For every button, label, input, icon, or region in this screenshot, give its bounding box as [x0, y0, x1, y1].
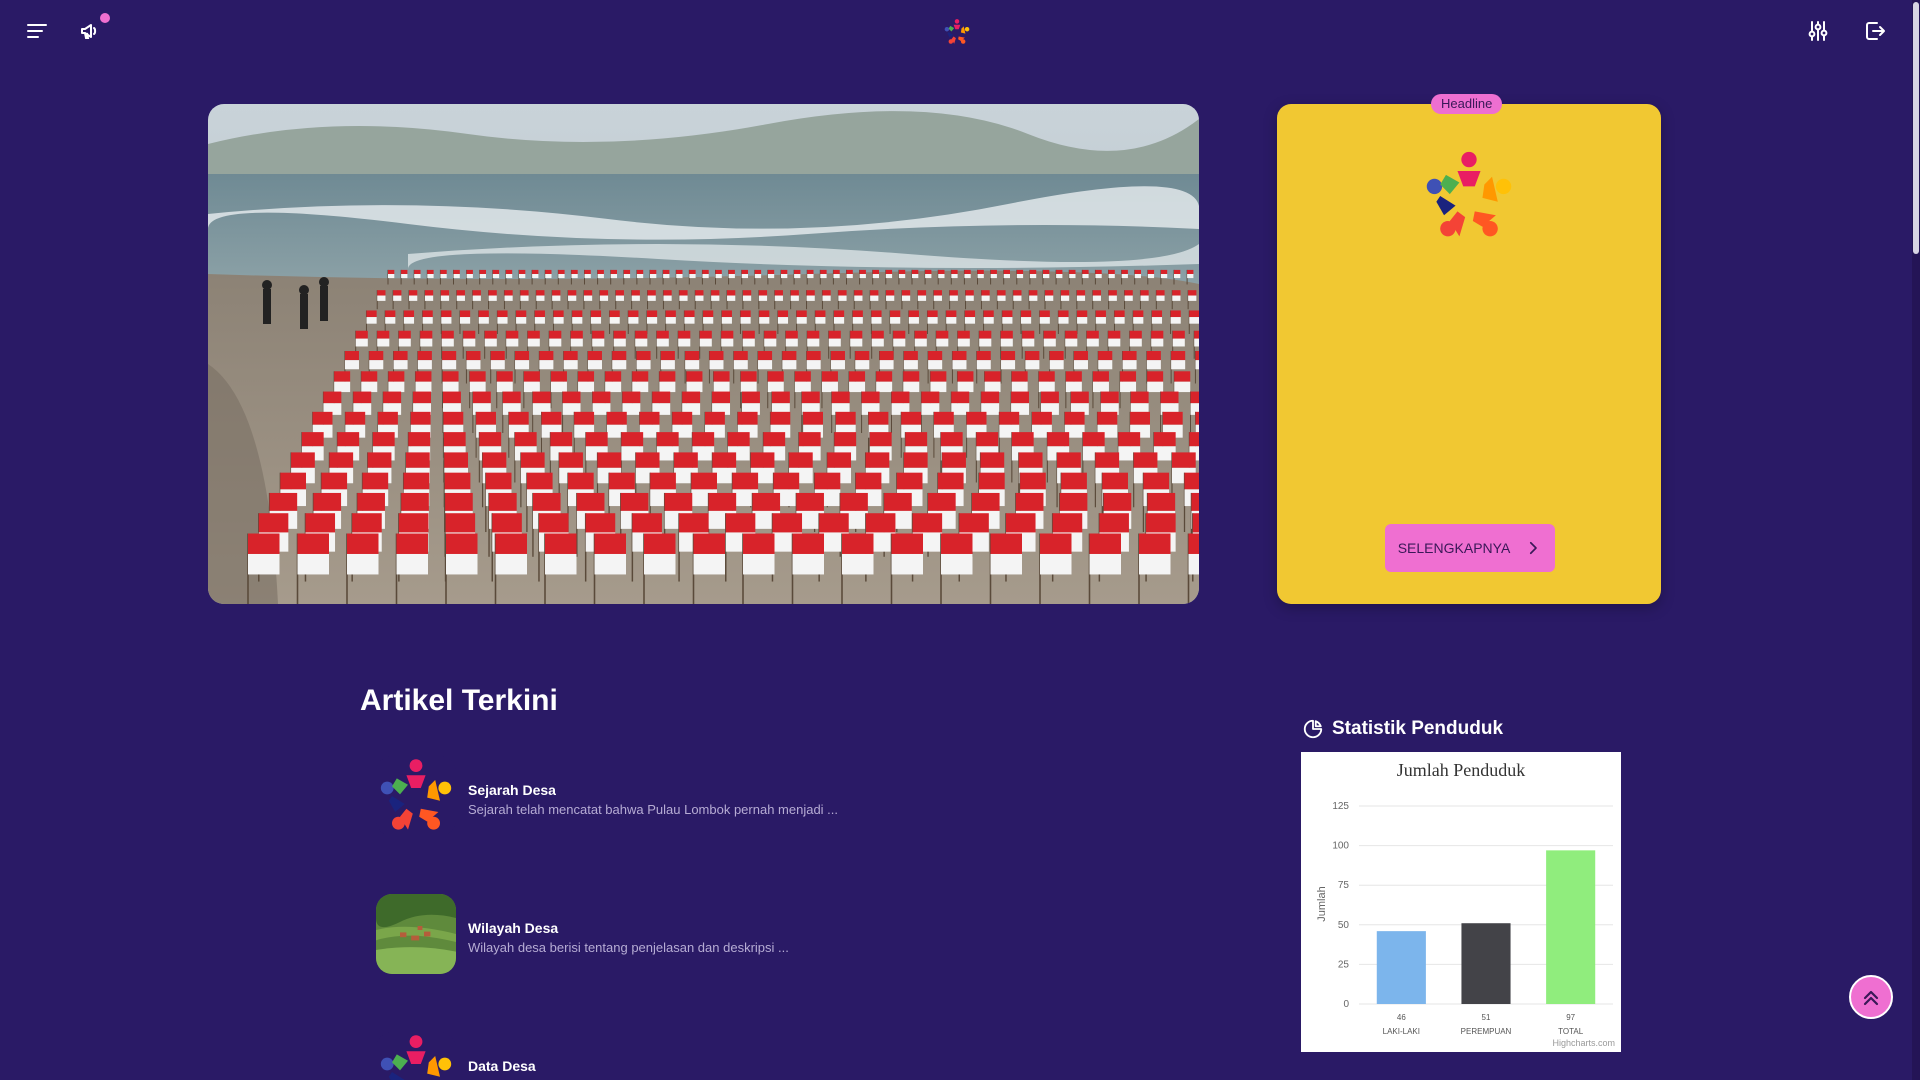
article-item[interactable]: Data Desa	[376, 1032, 976, 1080]
colorful-people-logo-icon[interactable]	[943, 18, 971, 46]
article-title[interactable]: Wilayah Desa	[468, 920, 558, 936]
article-description: Wilayah desa berisi tentang penjelasan d…	[468, 940, 789, 955]
chart-bar[interactable]	[1376, 931, 1426, 1004]
chart-credit[interactable]: Highcharts.com	[1552, 1038, 1615, 1048]
chart-x-labels: 46 LAKI-LAKI 51 PEREMPUAN 97 TOTAL	[1383, 1013, 1584, 1036]
chart-data-label: 51	[1482, 1013, 1491, 1022]
chart-bar[interactable]	[1461, 923, 1511, 1004]
stats-header: Statistik Penduduk	[1302, 718, 1503, 740]
read-more-button[interactable]: SELENGKAPNYA	[1385, 524, 1555, 572]
chart-data-label: 46	[1397, 1013, 1406, 1022]
chart-y-axis-label: Jumlah	[1316, 886, 1328, 921]
logout-icon[interactable]	[1863, 19, 1887, 43]
chevron-right-icon	[1530, 541, 1538, 555]
chart-bars	[1376, 850, 1596, 1004]
megaphone-icon[interactable]	[78, 13, 110, 43]
chart-y-tick-label: 100	[1332, 841, 1349, 852]
hamburger-menu-icon[interactable]	[25, 19, 49, 43]
article-thumbnail	[376, 894, 456, 974]
chart-y-tick-label: 125	[1332, 801, 1349, 812]
chart-y-tick-label: 50	[1338, 920, 1350, 931]
scroll-to-top-button[interactable]	[1849, 975, 1893, 1019]
article-thumbnail	[376, 1032, 456, 1080]
chart-y-tick-label: 25	[1338, 959, 1350, 970]
section-title-artikel: Artikel Terkini	[360, 684, 558, 717]
chart-bar[interactable]	[1546, 850, 1596, 1004]
headline-card: Headline SELENGKAPNYA	[1277, 94, 1661, 604]
sliders-icon[interactable]	[1806, 19, 1830, 43]
colorful-people-logo-icon	[1421, 144, 1517, 248]
hero-image-flags-on-beach[interactable]	[208, 104, 1199, 604]
article-description: Sejarah telah mencatat bahwa Pulau Lombo…	[468, 802, 839, 817]
read-more-label: SELENGKAPNYA	[1397, 540, 1511, 556]
stats-title: Statistik Penduduk	[1332, 718, 1504, 739]
population-chart: Jumlah Penduduk Jumlah 0 25 50 75 100 125 46 L…	[1301, 752, 1621, 1052]
chart-title: Jumlah Penduduk	[1397, 760, 1526, 780]
page-scrollbar[interactable]	[1912, 0, 1920, 1080]
chart-data-label: 97	[1566, 1013, 1575, 1022]
chart-y-tick-label: 0	[1343, 999, 1349, 1010]
article-thumbnail	[376, 756, 456, 836]
article-item[interactable]: Wilayah Desa Wilayah desa berisi tentang…	[376, 894, 976, 974]
chart-y-tick-label: 75	[1338, 880, 1350, 891]
chart-category-label: TOTAL	[1558, 1027, 1584, 1036]
chart-category-label: LAKI-LAKI	[1383, 1027, 1420, 1036]
double-chevron-up-icon	[1863, 990, 1879, 1006]
article-title[interactable]: Data Desa	[468, 1058, 536, 1074]
chart-category-label: PEREMPUAN	[1461, 1027, 1512, 1036]
pie-chart-icon	[1303, 719, 1323, 739]
top-bar	[0, 0, 1920, 64]
scrollbar-thumb[interactable]	[1913, 2, 1919, 254]
notification-dot	[100, 13, 110, 23]
headline-badge: Headline	[1431, 94, 1503, 114]
article-item[interactable]: Sejarah Desa Sejarah telah mencatat bahw…	[376, 756, 976, 836]
article-title[interactable]: Sejarah Desa	[468, 782, 556, 798]
